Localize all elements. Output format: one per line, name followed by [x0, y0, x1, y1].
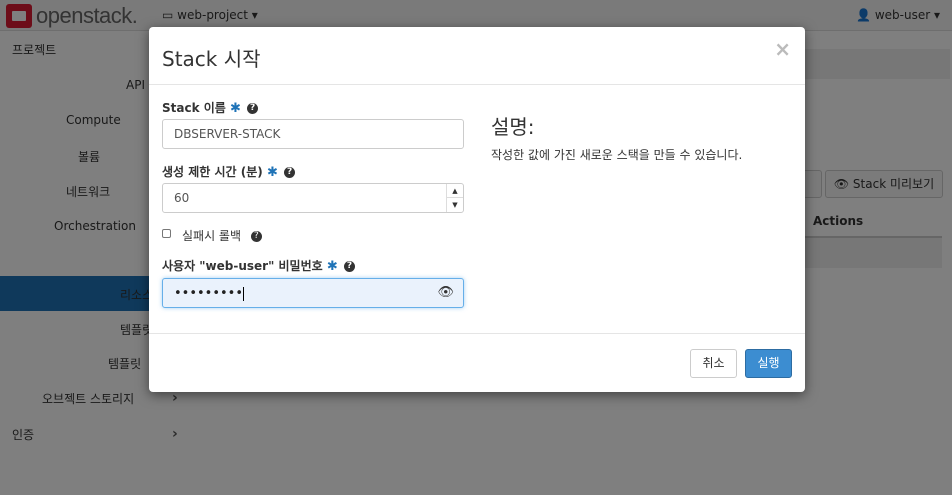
timeout-stepper[interactable]: ▲ ▼	[446, 184, 463, 212]
text-cursor	[243, 286, 245, 301]
timeout-label: 생성 제한 시간 (분) ✱ ?	[162, 163, 296, 180]
timeout-number-input[interactable]: 60 ▲ ▼	[162, 183, 464, 213]
password-value: •••••••••	[174, 286, 244, 301]
cancel-button[interactable]: 취소	[690, 349, 737, 378]
modal-body: Stack 이름 ✱ ? DBSERVER-STACK 생성 제한 시간 (분)…	[149, 85, 805, 333]
launch-button[interactable]: 실행	[745, 349, 792, 378]
required-asterisk-icon: ✱	[266, 165, 278, 180]
stack-name-label: Stack 이름 ✱ ?	[162, 99, 259, 116]
stack-name-input[interactable]: DBSERVER-STACK	[162, 119, 464, 149]
modal-header: Stack 시작 ×	[149, 27, 805, 85]
eye-icon[interactable]: 👁	[437, 279, 454, 307]
help-icon[interactable]: ?	[250, 231, 262, 242]
stepper-down-icon[interactable]: ▼	[447, 198, 463, 212]
launch-stack-dialog: Stack 시작 × Stack 이름 ✱ ? DBSERVER-STACK 생…	[149, 27, 805, 392]
stack-name-value: DBSERVER-STACK	[174, 127, 281, 141]
rollback-label[interactable]: 실패시 롤백 ?	[182, 227, 262, 244]
help-icon[interactable]: ?	[247, 103, 259, 114]
required-asterisk-icon: ✱	[230, 101, 241, 116]
stack-name-label-text: Stack 이름	[162, 101, 226, 115]
description-title: 설명:	[491, 115, 535, 139]
rollback-checkbox[interactable]	[162, 229, 171, 238]
password-label: 사용자 "web-user" 비밀번호 ✱ ?	[162, 257, 355, 274]
password-input[interactable]: ••••••••• 👁	[162, 278, 464, 308]
password-label-text: 사용자 "web-user" 비밀번호	[162, 259, 323, 273]
timeout-value: 60	[174, 191, 190, 205]
modal-title: Stack 시작	[162, 47, 261, 71]
close-icon[interactable]: ×	[774, 37, 791, 61]
help-icon[interactable]: ?	[343, 261, 355, 272]
modal-footer: 취소 실행	[149, 333, 805, 392]
rollback-label-text: 실패시 롤백	[182, 229, 242, 243]
description-text: 작성한 값에 가진 새로운 스택을 만들 수 있습니다.	[491, 148, 743, 162]
stepper-up-icon[interactable]: ▲	[447, 184, 463, 198]
required-asterisk-icon: ✱	[326, 259, 338, 274]
timeout-label-text: 생성 제한 시간 (분)	[162, 165, 263, 179]
help-icon[interactable]: ?	[284, 167, 296, 178]
